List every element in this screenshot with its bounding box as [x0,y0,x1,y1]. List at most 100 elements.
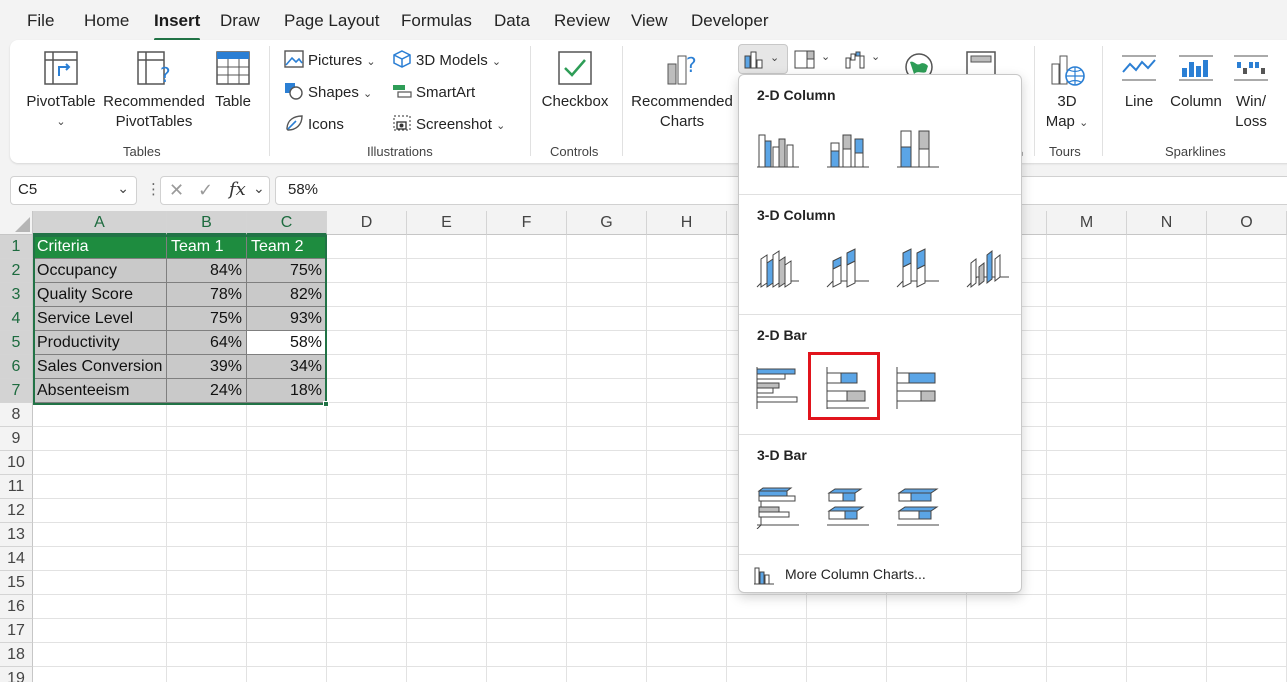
screenshot-button[interactable]: Screenshot ⌄ [392,114,505,136]
column-header-a[interactable]: A [33,211,167,235]
tab-page-layout[interactable]: Page Layout [284,10,379,32]
pictures-button[interactable]: Pictures ⌄ [284,50,376,72]
row-header-6[interactable]: 6 [0,355,33,379]
3d-clustered-column-option[interactable] [749,239,805,295]
pivottable-button[interactable]: PivotTable ⌄ [24,48,98,140]
icons-button[interactable]: Icons [284,114,344,135]
tab-file[interactable]: File [27,10,54,32]
data-cell[interactable]: 84% [167,259,247,283]
clustered-bar-option[interactable] [749,359,805,415]
data-cell[interactable]: Absenteeism [33,379,167,403]
row-header-2[interactable]: 2 [0,259,33,283]
row-header-17[interactable]: 17 [0,619,33,643]
insert-function-icon[interactable]: fx [229,179,246,200]
tab-home[interactable]: Home [84,10,129,32]
sparkline-column-button[interactable]: Column [1168,48,1224,140]
tab-view[interactable]: View [631,10,668,32]
data-cell[interactable]: Productivity [33,331,167,355]
insert-waterfall-chart-button[interactable]: ⌄ [844,44,884,74]
column-header-b[interactable]: B [167,211,247,235]
insert-hierarchy-chart-button[interactable]: ⌄ [794,44,834,74]
data-cell[interactable]: 82% [247,283,327,307]
more-column-charts-link[interactable]: More Column Charts... [753,563,1013,587]
column-header-m[interactable]: M [1047,211,1127,235]
data-cell[interactable]: Quality Score [33,283,167,307]
header-cell[interactable]: Team 1 [167,235,247,259]
3d-stacked-bar-option[interactable] [819,479,875,535]
column-header-g[interactable]: G [567,211,647,235]
sparkline-line-button[interactable]: Line [1116,48,1162,140]
data-cell[interactable]: Service Level [33,307,167,331]
row-header-10[interactable]: 10 [0,451,33,475]
row-header-8[interactable]: 8 [0,403,33,427]
checkbox-button[interactable]: Checkbox [540,48,610,140]
3d-100-stacked-bar-option[interactable] [889,479,945,535]
data-cell[interactable]: 78% [167,283,247,307]
row-header-16[interactable]: 16 [0,595,33,619]
row-header-18[interactable]: 18 [0,643,33,667]
column-header-n[interactable]: N [1127,211,1207,235]
tab-review[interactable]: Review [554,10,610,32]
insert-column-chart-button[interactable]: ⌄ [738,44,788,74]
3d-column-option[interactable] [959,239,1015,295]
header-cell[interactable]: Team 2 [247,235,327,259]
column-header-f[interactable]: F [487,211,567,235]
data-cell[interactable]: 39% [167,355,247,379]
3d-100-stacked-column-option[interactable] [889,239,945,295]
name-box[interactable]: C5 ⌄ [10,176,137,205]
chevron-down-icon[interactable]: ⌄ [253,180,265,197]
row-header-1[interactable]: 1 [0,235,33,259]
shapes-button[interactable]: Shapes ⌄ [284,82,372,104]
row-header-5[interactable]: 5 [0,331,33,355]
data-cell[interactable]: 24% [167,379,247,403]
data-cell[interactable]: Sales Conversion [33,355,167,379]
select-all-corner[interactable] [0,211,33,235]
row-header-3[interactable]: 3 [0,283,33,307]
enter-check-icon[interactable]: ✓ [198,180,213,201]
column-header-o[interactable]: O [1207,211,1287,235]
row-header-12[interactable]: 12 [0,499,33,523]
active-cell[interactable]: 58% [247,331,327,355]
data-cell[interactable]: 75% [247,259,327,283]
data-cell[interactable]: 34% [247,355,327,379]
clustered-column-option[interactable] [749,119,805,175]
3d-clustered-bar-option[interactable] [749,479,805,535]
recommended-charts-button[interactable]: ? Recommended Charts [628,48,736,140]
sparkline-winloss-button[interactable]: Win/ Loss [1228,48,1274,140]
tab-formulas[interactable]: Formulas [401,10,472,32]
column-header-c[interactable]: C [247,211,327,235]
data-cell[interactable]: 93% [247,307,327,331]
row-header-15[interactable]: 15 [0,571,33,595]
data-cell[interactable]: Occupancy [33,259,167,283]
row-header-19[interactable]: 19 [0,667,33,682]
smartart-button[interactable]: SmartArt [392,82,475,103]
data-cell[interactable]: 75% [167,307,247,331]
more-options-icon[interactable]: ⋮ [146,180,161,198]
row-header-13[interactable]: 13 [0,523,33,547]
table-button[interactable]: Table [210,48,256,140]
fill-handle[interactable] [323,401,329,407]
tab-developer[interactable]: Developer [691,10,769,32]
row-header-14[interactable]: 14 [0,547,33,571]
column-header-h[interactable]: H [647,211,727,235]
recommended-pivottables-button[interactable]: ? Recommended PivotTables [102,48,206,140]
100-stacked-bar-option[interactable] [889,359,945,415]
chevron-down-icon[interactable]: ⌄ [117,180,129,197]
tab-insert[interactable]: Insert [154,10,201,41]
3d-models-button[interactable]: 3D Models ⌄ [392,50,501,72]
3d-map-button[interactable]: 3D Map ⌄ [1040,48,1094,140]
row-header-4[interactable]: 4 [0,307,33,331]
header-cell[interactable]: Criteria [33,235,167,259]
column-header-d[interactable]: D [327,211,407,235]
row-header-9[interactable]: 9 [0,427,33,451]
3d-stacked-column-option[interactable] [819,239,875,295]
tab-draw[interactable]: Draw [220,10,260,32]
worksheet-grid[interactable]: ABCDEFGHIJKLMNO 123456789101112131415161… [0,211,1287,682]
column-header-e[interactable]: E [407,211,487,235]
tab-data[interactable]: Data [494,10,530,32]
100-stacked-column-option[interactable] [889,119,945,175]
data-cell[interactable]: 64% [167,331,247,355]
row-header-7[interactable]: 7 [0,379,33,403]
row-header-11[interactable]: 11 [0,475,33,499]
data-cell[interactable]: 18% [247,379,327,403]
